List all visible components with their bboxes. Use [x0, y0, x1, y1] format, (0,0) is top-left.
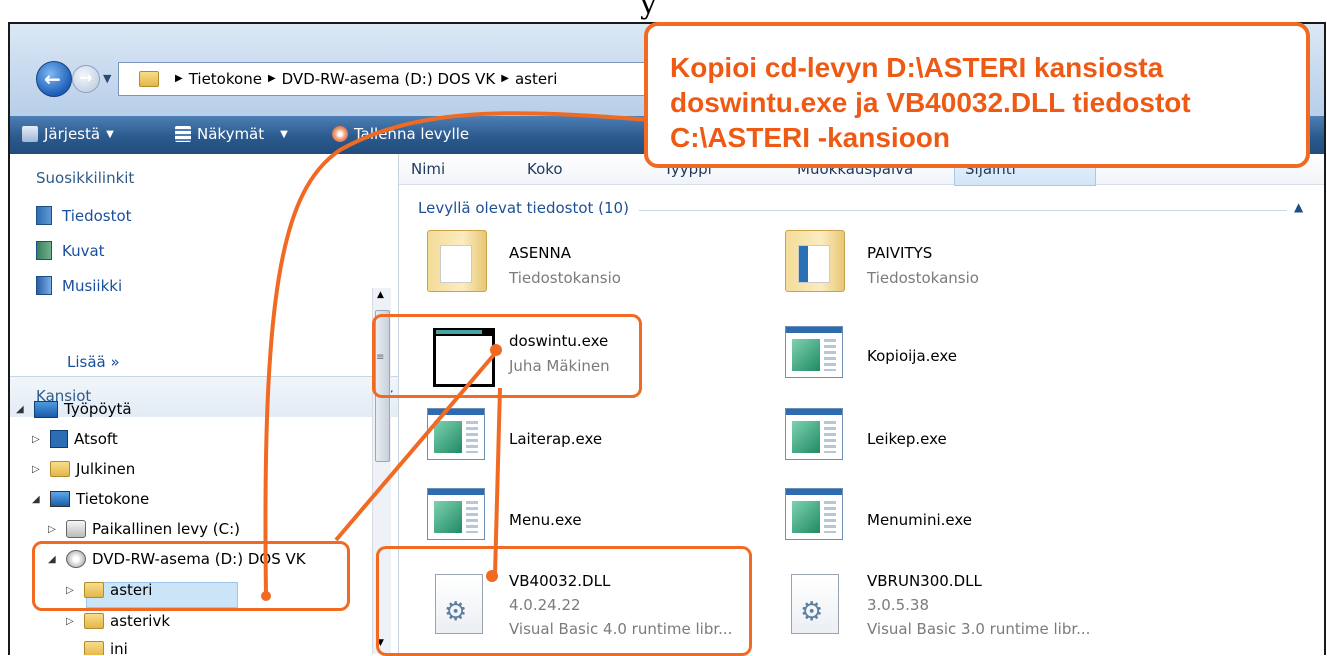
file-name: Laiterap.exe: [509, 430, 603, 448]
breadcrumb-computer[interactable]: Tietokone: [189, 70, 262, 88]
tree-label: Tietokone: [76, 490, 150, 508]
burn-button[interactable]: Tallenna levylle: [332, 125, 469, 143]
callout-line-3: C:\ASTERI -kansioon: [670, 122, 951, 153]
breadcrumb-separator-icon[interactable]: ▶: [268, 70, 276, 88]
organize-button[interactable]: Järjestä ▼: [22, 125, 114, 143]
folder-icon: [427, 230, 487, 292]
chevron-down-icon: ▼: [280, 128, 288, 140]
tree-item-atsoft[interactable]: ▷ Atsoft: [32, 430, 118, 448]
back-arrow-icon: ←: [44, 67, 61, 91]
folder-icon: [50, 461, 70, 477]
application-icon: [785, 408, 843, 460]
scroll-up-icon[interactable]: ▲: [377, 290, 384, 300]
file-description: Visual Basic 3.0 runtime libr...: [867, 620, 1091, 638]
callout-line-2: doswintu.exe ja VB40032.DLL tiedostot: [670, 87, 1191, 118]
views-button[interactable]: Näkymät ▼: [175, 125, 288, 143]
file-version: 3.0.5.38: [867, 596, 930, 614]
breadcrumb: ▶ Tietokone ▶ DVD-RW-asema (D:) DOS VK ▶…: [175, 70, 557, 88]
folder-icon: [139, 71, 159, 87]
highlight-dvd-asteri: [32, 541, 350, 611]
folder-icon: [785, 230, 845, 292]
group-divider: [639, 210, 1287, 211]
pictures-icon: [36, 241, 52, 260]
favorite-links-header: Suosikkilinkit: [36, 169, 135, 187]
forward-button[interactable]: →: [72, 65, 100, 93]
collapsed-triangle-icon[interactable]: ▷: [32, 434, 44, 445]
file-type: Tiedostokansio: [509, 269, 621, 287]
file-name: Kopioija.exe: [867, 347, 958, 365]
burn-disc-icon: [332, 126, 348, 142]
desktop-icon: [34, 400, 58, 418]
highlight-vb40032: [376, 546, 752, 656]
application-icon: [785, 488, 843, 540]
recent-pages-dropdown-icon[interactable]: ▼: [103, 72, 111, 85]
instruction-callout: Kopioi cd-levyn D:\ASTERI kansiosta dosw…: [644, 22, 1310, 168]
file-name: PAIVITYS: [867, 244, 933, 262]
organize-icon: [22, 126, 38, 142]
callout-line-1: Kopioi cd-levyn D:\ASTERI kansiosta: [670, 52, 1164, 83]
favorite-music[interactable]: Musiikki: [36, 276, 122, 295]
file-name: ASENNA: [509, 244, 571, 262]
documents-icon: [36, 206, 52, 225]
tree-item-asterivk[interactable]: ▷ asterivk: [66, 612, 170, 630]
favorite-label: Tiedostot: [62, 206, 132, 225]
views-icon: [175, 126, 191, 142]
tree-label: Työpöytä: [64, 400, 132, 418]
file-name: Menumini.exe: [867, 511, 973, 529]
group-header[interactable]: Levyllä olevat tiedostot (10): [418, 199, 629, 217]
column-size[interactable]: Koko: [527, 160, 563, 178]
expanded-triangle-icon[interactable]: ◢: [32, 494, 44, 505]
file-type: Tiedostokansio: [867, 269, 979, 287]
more-label: Lisää: [67, 353, 106, 371]
favorite-label: Kuvat: [62, 241, 105, 260]
breadcrumb-asteri[interactable]: asteri: [515, 70, 557, 88]
file-name: Leikep.exe: [867, 430, 947, 448]
music-icon: [36, 276, 52, 295]
collapse-group-icon[interactable]: ▲: [1294, 200, 1303, 214]
file-name: Menu.exe: [509, 511, 582, 529]
hard-drive-icon: [66, 520, 86, 538]
breadcrumb-separator-icon[interactable]: ▶: [175, 70, 183, 88]
computer-icon: [50, 491, 70, 507]
atsoft-icon: [50, 430, 68, 448]
favorite-pictures[interactable]: Kuvat: [36, 241, 105, 260]
address-bar[interactable]: ▶ Tietokone ▶ DVD-RW-asema (D:) DOS VK ▶…: [118, 62, 680, 96]
back-button[interactable]: ←: [36, 61, 72, 97]
application-icon: [427, 488, 485, 540]
tree-item-computer[interactable]: ◢ Tietokone: [32, 490, 149, 508]
application-icon: [427, 408, 485, 460]
column-name[interactable]: Nimi: [411, 160, 445, 178]
breadcrumb-dvd-drive[interactable]: DVD-RW-asema (D:) DOS VK: [282, 70, 496, 88]
page-top-glyph: y: [640, 0, 657, 21]
tree-item-desktop[interactable]: ◢ Työpöytä: [16, 400, 132, 418]
organize-label: Järjestä: [44, 125, 101, 143]
tree-label: Julkinen: [76, 460, 136, 478]
tree-label: asterivk: [110, 612, 171, 630]
chevron-down-icon: ▼: [106, 128, 114, 140]
collapsed-triangle-icon[interactable]: ▷: [48, 524, 60, 535]
double-chevron-right-icon: »: [110, 353, 120, 371]
collapsed-triangle-icon[interactable]: ▷: [32, 464, 44, 475]
forward-arrow-icon: →: [79, 68, 93, 87]
file-name: VBRUN300.DLL: [867, 572, 982, 590]
views-label: Näkymät: [197, 125, 265, 143]
favorite-label: Musiikki: [62, 276, 123, 295]
breadcrumb-separator-icon[interactable]: ▶: [501, 70, 509, 88]
collapsed-triangle-icon[interactable]: ▷: [66, 616, 78, 627]
more-links[interactable]: Lisää »: [67, 353, 120, 371]
folder-icon: [84, 613, 104, 629]
dll-gear-icon: ⚙: [791, 574, 839, 634]
burn-label: Tallenna levylle: [354, 125, 470, 143]
favorite-documents[interactable]: Tiedostot: [36, 206, 132, 225]
expanded-triangle-icon[interactable]: ◢: [16, 404, 28, 415]
tree-label: Paikallinen levy (C:): [92, 520, 241, 538]
tree-item-local-disk[interactable]: ▷ Paikallinen levy (C:): [48, 520, 240, 538]
tree-item-public[interactable]: ▷ Julkinen: [32, 460, 135, 478]
highlight-doswintu: [372, 314, 642, 398]
application-icon: [785, 326, 843, 378]
callout-text: Kopioi cd-levyn D:\ASTERI kansiosta dosw…: [670, 50, 1191, 155]
tree-label: Atsoft: [74, 430, 118, 448]
